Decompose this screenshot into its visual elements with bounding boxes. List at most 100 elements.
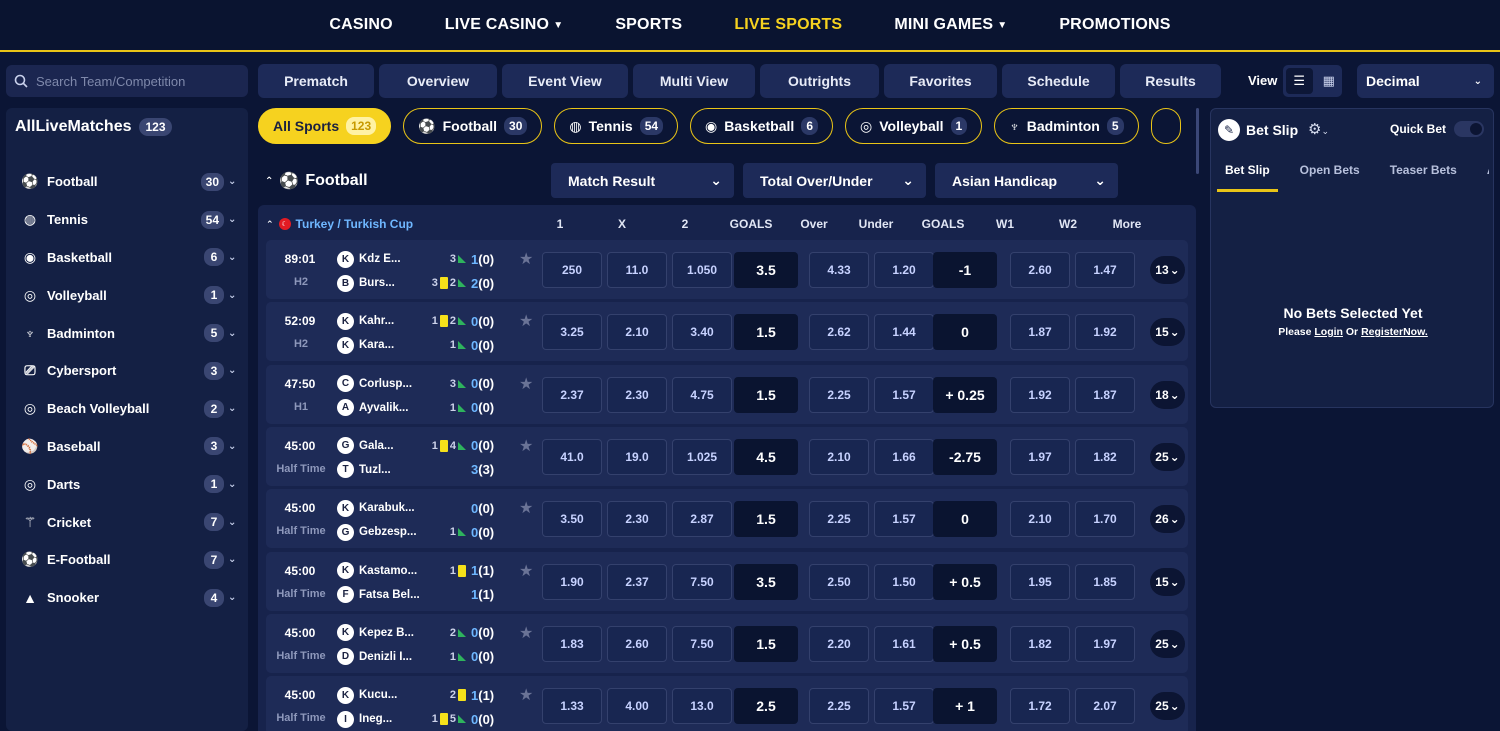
pill-basketball[interactable]: ◉ Basketball 6 — [690, 108, 833, 144]
tab-prematch[interactable]: Prematch — [258, 64, 374, 98]
favorite-star-icon[interactable]: ★ — [519, 311, 533, 331]
favorite-star-icon[interactable]: ★ — [519, 685, 533, 705]
away-team[interactable]: F Fatsa Bel... — [337, 586, 425, 604]
odds-button[interactable]: 1.90 — [542, 563, 602, 600]
away-team[interactable]: G Gebzesp... — [337, 523, 425, 541]
pill-badminton[interactable]: ♆ Badminton 5 — [994, 108, 1139, 144]
odds-format-select[interactable]: Decimal ⌄ — [1357, 64, 1494, 98]
under-odds-button[interactable]: 1.61 — [874, 625, 934, 662]
nav-live-casino[interactable]: LIVE CASINO ▼ — [419, 16, 590, 34]
tab-bet-slip[interactable]: Bet Slip — [1217, 153, 1278, 192]
register-link[interactable]: RegisterNow. — [1361, 326, 1428, 338]
chevron-down-icon[interactable]: ⌄ — [228, 252, 248, 263]
chevron-down-icon[interactable]: ⌄ — [228, 554, 248, 565]
home-team[interactable]: K Kepez B... — [337, 624, 425, 642]
w1-odds-button[interactable]: 1.92 — [1010, 376, 1070, 413]
chevron-down-icon[interactable]: ⌄ — [228, 517, 248, 528]
w2-odds-button[interactable]: 1.97 — [1075, 625, 1135, 662]
home-team[interactable]: K Karabuk... — [337, 499, 425, 517]
more-markets-button[interactable]: 26 ⌄ — [1150, 505, 1185, 534]
sidebar-item-snooker[interactable]: ▲ Snooker 4 ⌄ — [6, 579, 248, 617]
odds-button[interactable]: 2.37 — [542, 376, 602, 413]
view-toggle[interactable]: ☰ ▦ — [1283, 65, 1342, 97]
sidebar-header[interactable]: AllLiveMatches 123 — [15, 118, 172, 136]
pill-tennis[interactable]: ◍ Tennis 54 — [554, 108, 679, 144]
sidebar-item-e-football[interactable]: ⚽ E-Football 7 ⌄ — [6, 541, 248, 579]
odds-button[interactable]: 4.75 — [672, 376, 732, 413]
w1-odds-button[interactable]: 1.97 — [1010, 438, 1070, 475]
pin-icon[interactable]: ✎ — [1218, 119, 1240, 141]
home-team[interactable]: K Kastamo... — [337, 562, 425, 580]
favorite-star-icon[interactable]: ★ — [519, 561, 533, 581]
under-odds-button[interactable]: 1.57 — [874, 501, 934, 538]
login-link[interactable]: Login — [1314, 326, 1343, 338]
tab-results[interactable]: Results — [1120, 64, 1221, 98]
under-odds-button[interactable]: 1.20 — [874, 252, 934, 288]
home-team[interactable]: K Kdz E... — [337, 250, 425, 268]
nav-sports[interactable]: SPORTS — [589, 16, 708, 34]
odds-button[interactable]: 7.50 — [672, 563, 732, 600]
more-markets-button[interactable]: 15 ⌄ — [1150, 318, 1185, 347]
market-select-total-over-under[interactable]: Total Over/Under ⌄ — [743, 163, 926, 198]
home-team[interactable]: G Gala... — [337, 437, 425, 455]
gear-icon[interactable]: ⚙⌄ — [1308, 120, 1329, 138]
pill-football[interactable]: ⚽ Football 30 — [403, 108, 543, 144]
more-markets-button[interactable]: 25 ⌄ — [1150, 629, 1185, 658]
odds-button[interactable]: 2.60 — [607, 625, 667, 662]
market-select-match-result[interactable]: Match Result ⌄ — [551, 163, 734, 198]
odds-button[interactable]: 3.25 — [542, 314, 602, 351]
away-team[interactable]: K Kara... — [337, 336, 425, 354]
over-odds-button[interactable]: 4.33 — [809, 252, 869, 288]
odds-button[interactable]: 7.50 — [672, 625, 732, 662]
odds-button[interactable]: 4.00 — [607, 688, 667, 725]
nav-promotions[interactable]: PROMOTIONS — [1033, 16, 1196, 34]
more-markets-button[interactable]: 15 ⌄ — [1150, 567, 1185, 596]
sidebar-item-darts[interactable]: ◎ Darts 1 ⌄ — [6, 465, 248, 503]
favorite-star-icon[interactable]: ★ — [519, 249, 533, 269]
sidebar-item-badminton[interactable]: ♆ Badminton 5 ⌄ — [6, 314, 248, 352]
over-odds-button[interactable]: 2.10 — [809, 438, 869, 475]
more-markets-button[interactable]: 25 ⌄ — [1150, 442, 1185, 471]
odds-button[interactable]: 19.0 — [607, 438, 667, 475]
chevron-down-icon[interactable]: ⌄ — [228, 365, 248, 376]
favorite-star-icon[interactable]: ★ — [519, 374, 533, 394]
over-odds-button[interactable]: 2.25 — [809, 688, 869, 725]
chevron-down-icon[interactable]: ⌄ — [228, 403, 248, 414]
favorite-star-icon[interactable]: ★ — [519, 436, 533, 456]
w2-odds-button[interactable]: 1.92 — [1075, 314, 1135, 351]
over-odds-button[interactable]: 2.20 — [809, 625, 869, 662]
chevron-down-icon[interactable]: ⌄ — [228, 479, 248, 490]
away-team[interactable]: B Burs... — [337, 274, 425, 292]
w2-odds-button[interactable]: 2.07 — [1075, 688, 1135, 725]
w1-odds-button[interactable]: 1.87 — [1010, 314, 1070, 351]
list-view-icon[interactable]: ☰ — [1286, 68, 1313, 94]
odds-button[interactable]: 2.10 — [607, 314, 667, 351]
w2-odds-button[interactable]: 1.70 — [1075, 501, 1135, 538]
w1-odds-button[interactable]: 2.10 — [1010, 501, 1070, 538]
chevron-down-icon[interactable]: ⌄ — [228, 290, 248, 301]
more-markets-button[interactable]: 25 ⌄ — [1150, 692, 1185, 721]
odds-button[interactable]: 1.33 — [542, 688, 602, 725]
over-odds-button[interactable]: 2.25 — [809, 376, 869, 413]
tab-event-view[interactable]: Event View — [502, 64, 628, 98]
chevron-down-icon[interactable]: ⌄ — [228, 441, 248, 452]
odds-button[interactable]: 2.30 — [607, 376, 667, 413]
grid-view-icon[interactable]: ▦ — [1316, 65, 1343, 97]
section-header[interactable]: ⌃ ⚽ Football — [265, 171, 368, 191]
under-odds-button[interactable]: 1.50 — [874, 563, 934, 600]
quick-bet-toggle[interactable]: Quick Bet — [1390, 121, 1485, 137]
sidebar-item-basketball[interactable]: ◉ Basketball 6 ⌄ — [6, 239, 248, 277]
odds-button[interactable]: 2.37 — [607, 563, 667, 600]
sidebar-item-cybersport[interactable]: ⎚ Cybersport 3 ⌄ — [6, 352, 248, 390]
sidebar-item-baseball[interactable]: ⚾ Baseball 3 ⌄ — [6, 428, 248, 466]
tab-all-bets[interactable]: All Bets — [1479, 153, 1489, 192]
under-odds-button[interactable]: 1.57 — [874, 376, 934, 413]
tab-overview[interactable]: Overview — [379, 64, 497, 98]
home-team[interactable]: C Corlusp... — [337, 375, 425, 393]
home-team[interactable]: K Kahr... — [337, 312, 425, 330]
tab-teaser-bets[interactable]: Teaser Bets — [1382, 153, 1465, 192]
w1-odds-button[interactable]: 1.72 — [1010, 688, 1070, 725]
home-team[interactable]: K Kucu... — [337, 686, 425, 704]
odds-button[interactable]: 41.0 — [542, 438, 602, 475]
competition-header[interactable]: ⌃ ☾ Turkey / Turkish Cup — [266, 217, 413, 231]
